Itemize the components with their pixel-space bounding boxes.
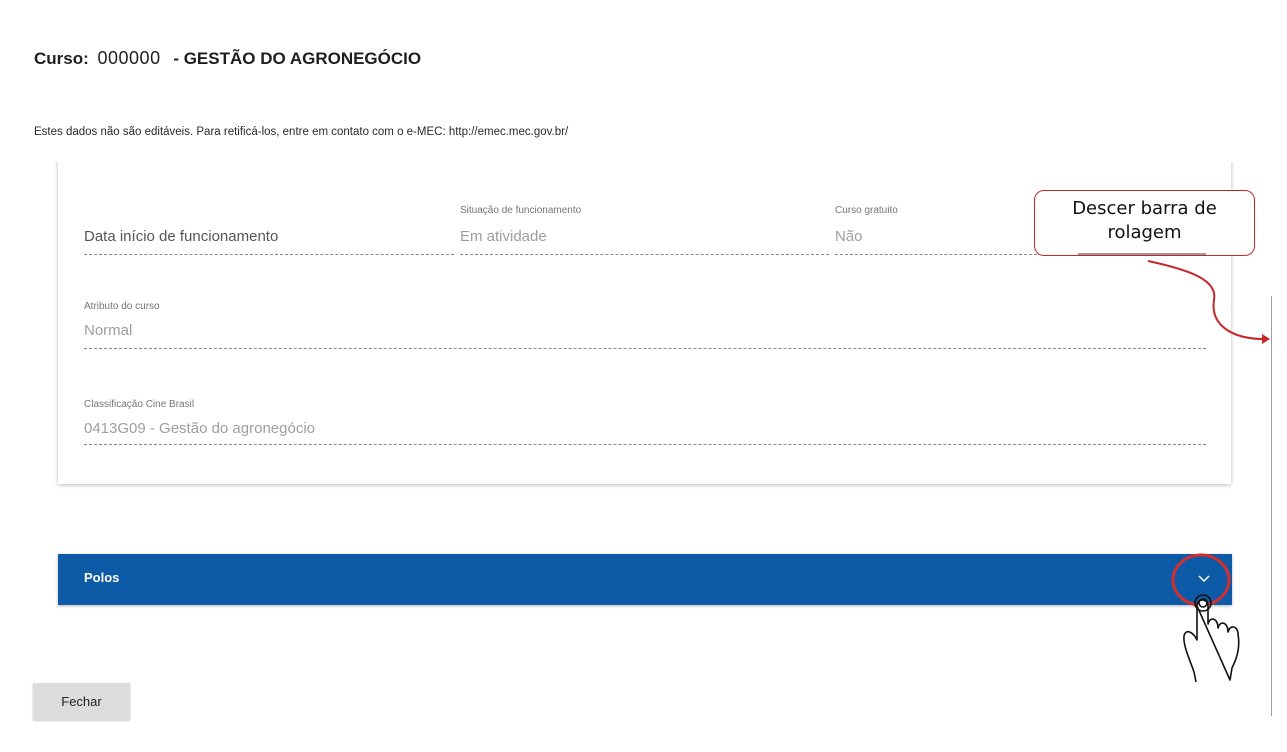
annotation-callout: Descer barra de rolagem — [1034, 190, 1255, 256]
polos-label: Polos — [84, 570, 120, 585]
annotation-line-1: Descer barra de — [1072, 198, 1217, 219]
pointing-hand-icon — [1183, 594, 1240, 683]
situacao-value: Em atividade — [460, 228, 547, 245]
page-title: Curso: 000000 - GESTÃO DO AGRONEGÓCIO — [34, 48, 421, 69]
chevron-down-icon[interactable] — [1196, 571, 1212, 587]
course-code: 000000 — [97, 48, 161, 68]
close-button[interactable]: Fechar — [33, 683, 130, 720]
gratuito-value: Não — [835, 228, 863, 245]
cine-label: Classificação Cine Brasil — [84, 399, 195, 410]
data-inicio-field[interactable]: Data início de funcionamento — [84, 204, 454, 256]
cine-value: 0413G09 - Gestão do agronegócio — [84, 420, 315, 437]
gratuito-label: Curso gratuito — [835, 205, 898, 216]
course-name: - GESTÃO DO AGRONEGÓCIO — [173, 49, 422, 68]
polos-accordion-header[interactable]: Polos — [58, 554, 1232, 605]
cine-field[interactable]: Classificação Cine Brasil 0413G09 - Gest… — [84, 398, 1206, 450]
page: Curso: 000000 - GESTÃO DO AGRONEGÓCIO Es… — [0, 0, 1287, 752]
readonly-notice: Estes dados não são editáveis. Para reti… — [34, 126, 569, 138]
situacao-field[interactable]: Situação de funcionamento Em atividade — [460, 204, 829, 256]
scrollbar[interactable] — [1271, 296, 1272, 716]
course-label: Curso: — [34, 49, 89, 68]
annotation-line-2: rolagem — [1107, 222, 1182, 243]
atributo-label: Atributo do curso — [84, 301, 160, 312]
atributo-field[interactable]: Atributo do curso Normal — [84, 300, 1206, 352]
data-inicio-placeholder: Data início de funcionamento — [84, 228, 279, 245]
situacao-label: Situação de funcionamento — [460, 205, 582, 216]
atributo-value: Normal — [84, 322, 133, 339]
